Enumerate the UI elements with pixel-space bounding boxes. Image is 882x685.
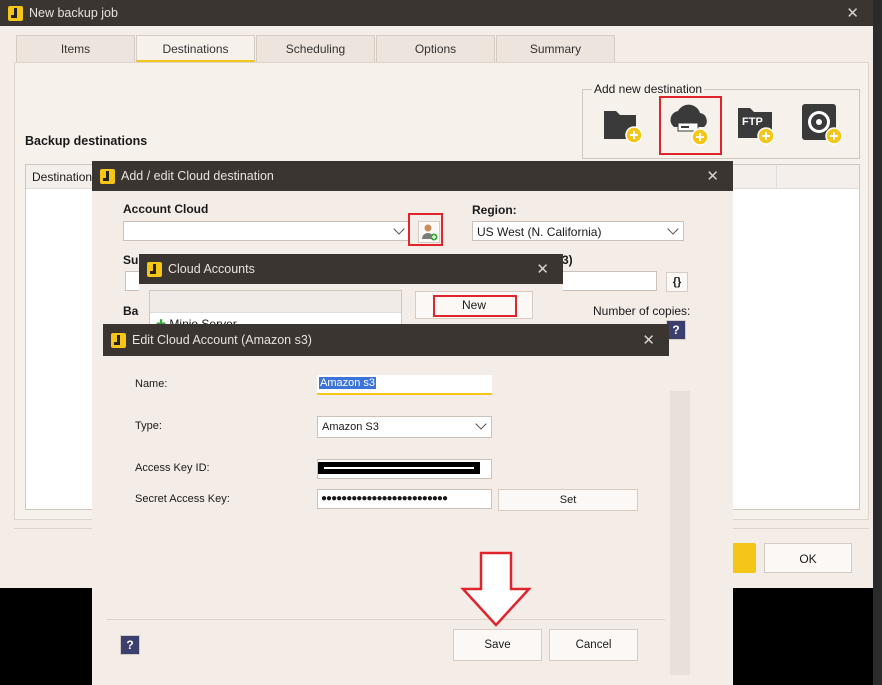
new-button-highlight [433,295,517,317]
edit-help-button[interactable]: ? [120,635,140,655]
tab-summary[interactable]: Summary [496,35,615,62]
main-title: New backup job [29,6,118,20]
edit-close-icon[interactable]: ✕ [642,331,655,349]
table-header-divider [776,165,777,189]
cloud-help-button[interactable]: ? [666,320,686,340]
disk-destination-button[interactable] [800,102,846,146]
add-new-destination-label: Add new destination [592,82,705,96]
region-value: US West (N. California) [477,225,602,239]
manage-accounts-highlight [408,213,443,246]
hard-disk-add-icon [802,104,843,145]
tab-items[interactable]: Items [16,35,135,62]
accounts-titlebar: Cloud Accounts ✕ [139,254,563,284]
folder-add-icon [604,111,643,144]
accounts-title: Cloud Accounts [168,262,255,276]
column-destination[interactable]: Destination [32,170,92,184]
cloud-dialog-title: Add / edit Cloud destination [121,169,274,183]
cloud-dialog-close-icon[interactable]: ✕ [706,167,719,185]
background-edge [873,0,882,685]
account-cloud-select[interactable] [123,221,410,241]
region-select[interactable]: US West (N. California) [472,221,684,241]
cloud-button-highlight [659,96,722,155]
edit-title: Edit Cloud Account (Amazon s3) [132,333,312,347]
edit-account-dialog: Edit Cloud Account (Amazon s3) ✕ Name: A… [103,324,669,671]
main-titlebar: New backup job ✕ [0,0,873,26]
local-folder-button[interactable] [600,103,646,145]
backup-destinations-heading: Backup destinations [25,134,148,148]
edit-titlebar: Edit Cloud Account (Amazon s3) ✕ [103,324,669,356]
chevron-down-icon [393,223,405,235]
save-button[interactable]: Save [453,629,542,661]
tab-destinations[interactable]: Destinations [136,35,255,62]
region-label: Region: [472,203,517,217]
accounts-logo-icon [147,261,162,277]
accounts-close-icon[interactable]: ✕ [536,260,549,278]
arrow-down-icon [460,551,532,627]
ftp-destination-button[interactable]: FTP [734,102,780,146]
tab-options[interactable]: Options [376,35,495,62]
number-of-copies-label: Number of copies: [593,304,691,318]
edit-content-border [107,356,665,620]
app-logo-icon [8,5,23,21]
yellow-button-partial[interactable] [730,543,756,573]
ftp-icon-text: FTP [742,116,763,128]
variables-button[interactable]: {} [666,272,688,292]
cloud-options-panel [670,391,690,675]
ok-button[interactable]: OK [764,543,852,573]
account-cloud-label: Account Cloud [123,202,209,216]
cancel-button[interactable]: Cancel [549,629,638,661]
edit-logo-icon [111,332,126,348]
tab-scheduling[interactable]: Scheduling [256,35,375,62]
accounts-list-header [150,291,401,313]
s3-label-fragment: 3) [562,253,573,267]
cloud-dialog-titlebar: Add / edit Cloud destination ✕ [92,161,733,191]
main-close-icon[interactable]: ✕ [846,4,859,22]
cloud-dialog-logo-icon [100,168,115,184]
region-chevron-down-icon [667,223,679,235]
